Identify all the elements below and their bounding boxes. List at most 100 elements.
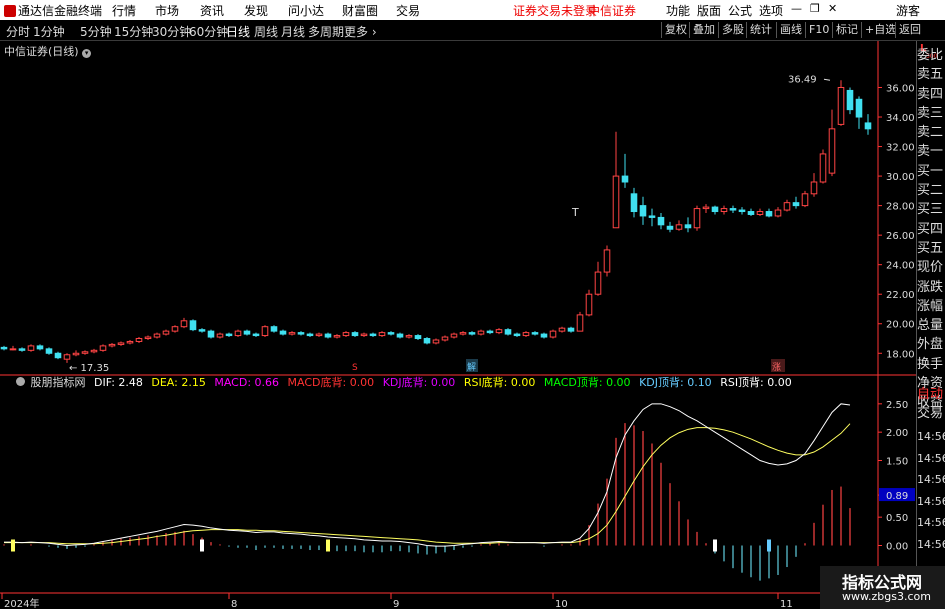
sidebar-item-5[interactable]: 卖一 [917, 142, 945, 161]
toolbar-adjust[interactable]: 复权 [661, 22, 690, 38]
menu-item-market-list[interactable]: 市场 [155, 2, 179, 19]
candle-body [774, 209, 782, 217]
sidebar-item-8[interactable]: 买三 [917, 200, 945, 219]
period-15min[interactable]: 15分钟 [114, 23, 153, 40]
menu-item-formula[interactable]: 公式 [728, 2, 752, 19]
period-1min[interactable]: 1分钟 [33, 23, 65, 40]
sidebar-item-14[interactable]: 总量 [917, 316, 945, 335]
period-weekly[interactable]: 周线 [254, 23, 278, 40]
minimize-icon[interactable]: — [791, 2, 802, 15]
period-60min[interactable]: 60分钟 [189, 23, 228, 40]
menu-item-discover[interactable]: 发现 [244, 2, 268, 19]
price-tick-label: 32.00 [886, 143, 915, 154]
sidebar-item-3[interactable]: 卖三 [917, 104, 945, 123]
candle-body [693, 208, 701, 229]
toolbar-overlay[interactable]: 叠加 [689, 22, 718, 38]
sidebar-item-2[interactable]: 卖四 [917, 85, 945, 104]
sidebar-item-11[interactable]: 现价 [917, 258, 945, 277]
period-more[interactable]: 更多 › [344, 23, 377, 40]
menu-item-function[interactable]: 功能 [666, 2, 690, 19]
toolbar-mark[interactable]: 标记 [832, 22, 861, 38]
maximize-icon[interactable]: ❐ [810, 2, 820, 15]
candle-body [369, 333, 377, 337]
sidebar-item-6[interactable]: 买一 [917, 162, 945, 181]
candle-body [819, 153, 827, 183]
candle-body [27, 345, 35, 351]
kline-chart[interactable]: 36.00 34.00 32.00 30.00 28.00 26.00 24.00 22.00… [0, 41, 945, 609]
candle-body [333, 335, 341, 338]
indicator-name[interactable]: 股朋指标网 [31, 376, 86, 389]
sidebar-item-13[interactable]: 涨幅 [917, 297, 945, 316]
toolbar-back[interactable]: 返回 [895, 22, 924, 38]
period-5min[interactable]: 5分钟 [80, 23, 112, 40]
date-label: 10 [555, 599, 568, 609]
macd-tick-label: 1.50 [886, 457, 908, 468]
watermark: 指标公式网 www.zbgs3.com [820, 566, 945, 609]
candle-body [666, 225, 674, 230]
sidebar-item-15[interactable]: 外盘 [917, 335, 945, 354]
sidebar-item-1[interactable]: 卖五 [917, 65, 945, 84]
legend-dropdown-icon[interactable] [16, 377, 25, 386]
period-30min[interactable]: 30分钟 [152, 23, 191, 40]
sidebar-item-12[interactable]: 涨跌 [917, 278, 945, 297]
toolbar-add-watchlist[interactable]: +自选 [861, 22, 899, 38]
sidebar-item-4[interactable]: 卖二 [917, 123, 945, 142]
menu-item-trade[interactable]: 交易 [396, 2, 420, 19]
candle-body [585, 293, 593, 316]
toolbar-f10[interactable]: F10 [805, 22, 832, 38]
candle-body [63, 354, 71, 360]
app-logo: 通达信金融终端 [4, 2, 102, 19]
candle-body [657, 216, 665, 226]
period-timeshare[interactable]: 分时 [6, 23, 30, 40]
auto-label[interactable]: 自动 [917, 385, 945, 404]
candle-body [540, 333, 548, 338]
period-daily[interactable]: 日线 [226, 23, 250, 40]
time-label-1: 14:56 [917, 451, 945, 465]
sidebar-item-0[interactable]: 委比 [917, 46, 945, 65]
candle-body [171, 326, 179, 332]
toolbar-multi-stock[interactable]: 多股 [718, 22, 747, 38]
menu-item-options[interactable]: 选项 [759, 2, 783, 19]
toolbar-draw[interactable]: 画线 [776, 22, 805, 38]
sidebar-item-10[interactable]: 买五 [917, 239, 945, 258]
toolbar-stats[interactable]: 统计 [746, 22, 775, 38]
candle-body [432, 339, 440, 344]
candle-body [747, 211, 755, 215]
legend-macd-top: MACD顶背: 0.00 [543, 376, 631, 389]
candle-body [612, 175, 620, 229]
macd-tick-label: 2.50 [886, 400, 908, 411]
menu-item-wealth[interactable]: 财富圈 [342, 2, 378, 19]
candle-body [783, 202, 791, 211]
candle-body [756, 211, 764, 215]
candle-body [225, 333, 233, 337]
date-label: 11 [780, 599, 793, 609]
menu-item-layout[interactable]: 版面 [697, 2, 721, 19]
trade-login-status[interactable]: 证券交易未登录 [513, 2, 597, 19]
sidebar-item-9[interactable]: 买四 [917, 220, 945, 239]
guest-user[interactable]: 游客 [896, 2, 920, 19]
high-pointer [823, 78, 831, 81]
sidebar-item-7[interactable]: 买二 [917, 181, 945, 200]
price-tick-label: 22.00 [886, 290, 915, 301]
period-multi[interactable]: 多周期 [308, 23, 344, 40]
legend-dea: DEA: 2.15 [151, 376, 206, 389]
candle-body [360, 333, 368, 337]
candle-body [234, 330, 242, 337]
candle-body [711, 206, 719, 213]
sidebar-item-16[interactable]: 换手 [917, 355, 945, 374]
menu-item-ask[interactable]: 问小达 [288, 2, 324, 19]
candle-body [513, 333, 521, 337]
candle-body [279, 330, 287, 335]
dropdown-icon[interactable]: ▾ [82, 49, 92, 58]
menu-item-news[interactable]: 资讯 [200, 2, 224, 19]
close-icon[interactable]: ✕ [828, 2, 837, 15]
candle-body [738, 209, 746, 213]
period-monthly[interactable]: 月线 [281, 23, 305, 40]
candle-body [189, 320, 197, 331]
candle-body [567, 327, 575, 332]
auto-trade-panel: 自动 交易 [917, 385, 945, 424]
candle-body [306, 333, 314, 337]
candle-body [720, 208, 728, 213]
trade-label[interactable]: 交易 [917, 404, 945, 423]
menu-item-market[interactable]: 行情 [112, 2, 136, 19]
